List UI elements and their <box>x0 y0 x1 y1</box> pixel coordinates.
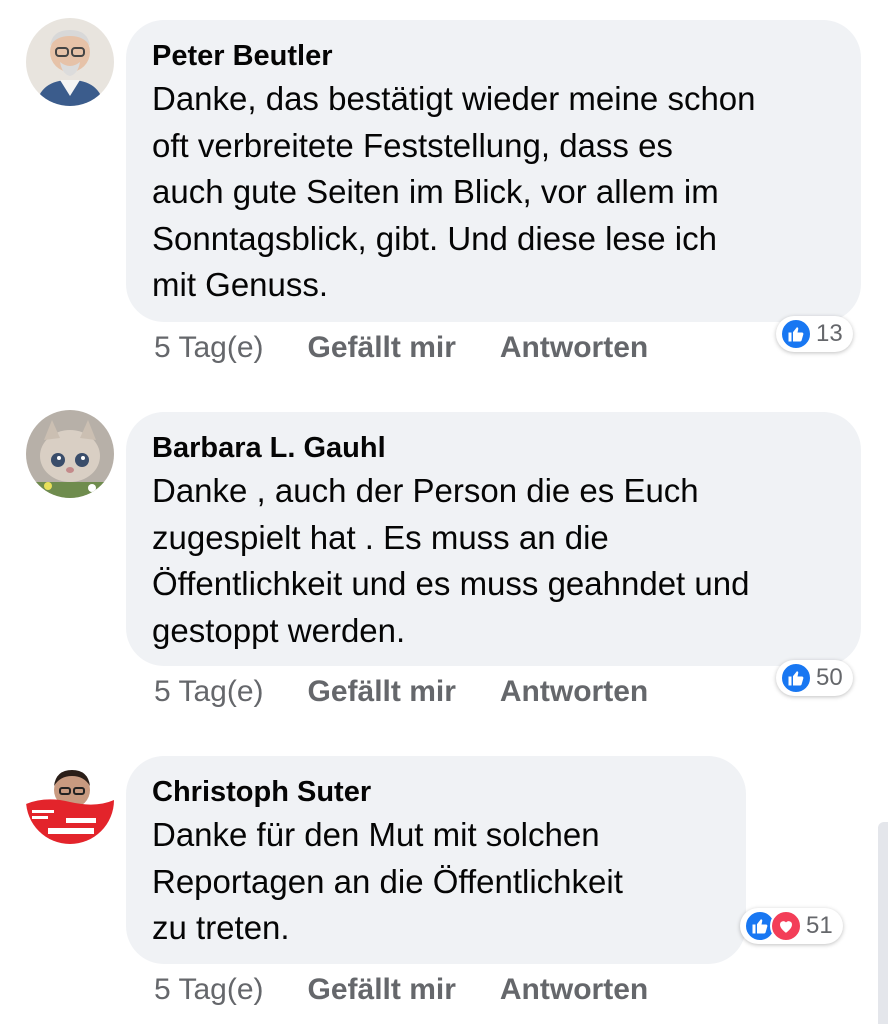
reaction-count: 51 <box>806 912 833 939</box>
like-button[interactable]: Gefällt mir <box>308 973 456 1007</box>
comment-text: Danke, das bestätigt wieder meine schon … <box>152 80 756 303</box>
avatar[interactable] <box>26 756 114 844</box>
comment-timestamp[interactable]: 5 Tag(e) <box>154 973 264 1007</box>
reaction-summary[interactable]: 13 <box>776 316 853 352</box>
like-button[interactable]: Gefällt mir <box>308 331 456 365</box>
love-icon <box>770 910 802 942</box>
comment-text: Danke , auch der Person die es Euch zuge… <box>152 472 750 649</box>
reply-button[interactable]: Antworten <box>500 331 648 365</box>
comment-actions: 5 Tag(e) Gefällt mir Antworten <box>154 970 648 1010</box>
avatar[interactable] <box>26 18 114 106</box>
reaction-count: 50 <box>816 664 843 691</box>
scrollbar[interactable] <box>878 822 888 1024</box>
reaction-summary[interactable]: 51 <box>740 908 843 944</box>
reaction-summary[interactable]: 50 <box>776 660 853 696</box>
avatar[interactable] <box>26 410 114 498</box>
comment-text: Danke für den Mut mit solchen Reportagen… <box>152 816 623 946</box>
reply-button[interactable]: Antworten <box>500 973 648 1007</box>
like-icon <box>780 662 812 694</box>
like-icon <box>780 318 812 350</box>
comment-actions: 5 Tag(e) Gefällt mir Antworten <box>154 328 648 368</box>
reaction-count: 13 <box>816 320 843 347</box>
comment-timestamp[interactable]: 5 Tag(e) <box>154 331 264 365</box>
reply-button[interactable]: Antworten <box>500 675 648 709</box>
like-button[interactable]: Gefällt mir <box>308 675 456 709</box>
comment-bubble: Peter Beutler Danke, das bestätigt wiede… <box>126 20 861 322</box>
comment-timestamp[interactable]: 5 Tag(e) <box>154 675 264 709</box>
comment-author[interactable]: Christoph Suter <box>152 772 720 812</box>
comment-bubble: Christoph Suter Danke für den Mut mit so… <box>126 756 746 964</box>
comment-actions: 5 Tag(e) Gefällt mir Antworten <box>154 672 648 712</box>
comment-author[interactable]: Peter Beutler <box>152 36 835 76</box>
comment-bubble: Barbara L. Gauhl Danke , auch der Person… <box>126 412 861 666</box>
comment-author[interactable]: Barbara L. Gauhl <box>152 428 835 468</box>
comment-thread: Peter Beutler Danke, das bestätigt wiede… <box>0 0 888 1024</box>
